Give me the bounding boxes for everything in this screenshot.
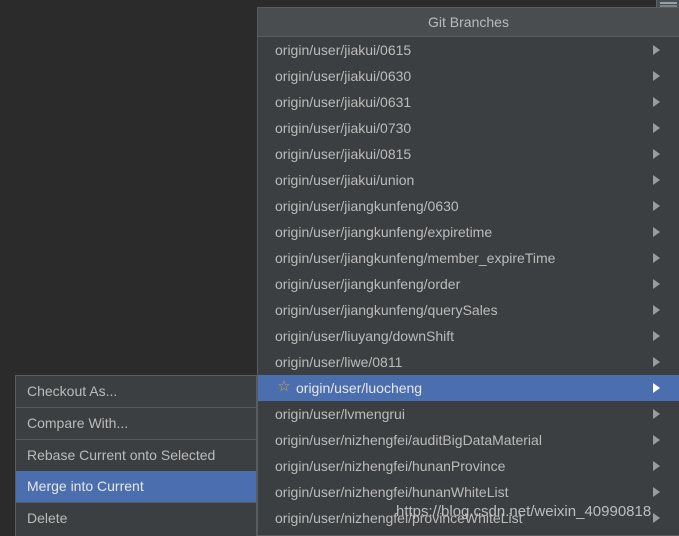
branch-label: origin/user/luocheng [296, 380, 423, 396]
branch-row[interactable]: origin/user/nizhengfei/hunanWhiteList [258, 479, 679, 505]
branch-label: origin/user/liuyang/downShift [275, 328, 454, 344]
git-branches-title: Git Branches [258, 8, 679, 37]
branch-label: origin/user/liwe/0811 [275, 354, 403, 370]
branch-row[interactable]: origin/user/jiangkunfeng/member_expireTi… [258, 245, 679, 271]
branch-label: origin/user/jiakui/0630 [275, 68, 412, 84]
branch-row[interactable]: origin/user/jiakui/0730 [258, 115, 679, 141]
branch-row[interactable]: origin/user/nizhengfei/provinceWhiteList [258, 505, 679, 531]
branch-row[interactable]: origin/user/jiakui/0631 [258, 89, 679, 115]
chevron-right-icon[interactable] [651, 427, 663, 453]
branch-label: origin/user/jiangkunfeng/expiretime [275, 224, 493, 240]
branch-row[interactable]: origin/user/lvmengrui [258, 401, 679, 427]
chevron-right-icon[interactable] [651, 505, 663, 531]
chevron-right-icon[interactable] [651, 375, 663, 401]
branch-label: origin/user/nizhengfei/hunanWhiteList [275, 484, 509, 500]
branch-row[interactable]: origin/user/jiangkunfeng/querySales [258, 297, 679, 323]
branch-row[interactable]: origin/user/jiakui/0615 [258, 37, 679, 63]
branch-label: origin/user/jiakui/0615 [275, 42, 412, 58]
favorite-star-icon[interactable]: ☆ [276, 379, 292, 395]
chevron-right-icon[interactable] [651, 271, 663, 297]
app-window: Git Branches origin/user/jiakui/0615 orig… [0, 0, 679, 536]
context-menu-item[interactable]: Checkout As... [16, 376, 256, 407]
branch-label: origin/user/jiangkunfeng/0630 [275, 198, 459, 214]
branch-row[interactable]: origin/user/nizhengfei/hunanProvince [258, 453, 679, 479]
chevron-right-icon[interactable] [651, 37, 663, 63]
branch-row[interactable]: origin/user/nizhengfei/auditBigDataMater… [258, 427, 679, 453]
scrollbar-line-1 [660, 2, 677, 4]
branch-label: origin/user/nizhengfei/provinceWhiteList [275, 510, 523, 526]
context-menu-list: Checkout As... Compare With... Rebase Curr… [16, 376, 256, 534]
branch-label: origin/user/jiakui/0815 [275, 146, 412, 162]
chevron-right-icon[interactable] [651, 167, 663, 193]
branch-label: origin/user/jiangkunfeng/order [275, 276, 461, 292]
context-menu-item[interactable]: Rebase Current onto Selected [16, 440, 256, 471]
branch-label: origin/user/jiakui/union [275, 172, 415, 188]
branch-label: origin/user/jiangkunfeng/querySales [275, 302, 498, 318]
branch-label: origin/user/jiakui/0730 [275, 120, 412, 136]
branch-row[interactable]: origin/user/jiakui/union [258, 167, 679, 193]
chevron-right-icon[interactable] [651, 349, 663, 375]
branch-row[interactable]: origin/user/liuyang/downShift [258, 323, 679, 349]
branch-label: origin/user/lvmengrui [275, 406, 405, 422]
branch-row[interactable]: origin/user/liwe/0811 [258, 349, 679, 375]
chevron-right-icon[interactable] [651, 89, 663, 115]
branch-row[interactable]: origin/user/jiangkunfeng/0630 [258, 193, 679, 219]
chevron-right-icon[interactable] [651, 245, 663, 271]
context-menu-item[interactable]: Merge into Current [16, 471, 256, 502]
branch-label: origin/user/nizhengfei/hunanProvince [275, 458, 506, 474]
git-branches-popup: Git Branches origin/user/jiakui/0615 orig… [257, 7, 679, 536]
branch-row[interactable]: ☆ origin/user/luocheng [258, 375, 679, 401]
chevron-right-icon[interactable] [651, 63, 663, 89]
branch-row[interactable]: origin/user/jiangkunfeng/expiretime [258, 219, 679, 245]
context-menu-item[interactable]: Compare With... [16, 408, 256, 439]
branch-context-menu: Checkout As... Compare With... Rebase Curr… [15, 375, 257, 536]
chevron-right-icon[interactable] [651, 401, 663, 427]
context-menu-item[interactable]: Delete [16, 503, 256, 534]
branch-row[interactable]: origin/user/jiangkunfeng/order [258, 271, 679, 297]
chevron-right-icon[interactable] [651, 479, 663, 505]
chevron-right-icon[interactable] [651, 323, 663, 349]
chevron-right-icon[interactable] [651, 297, 663, 323]
branch-label: origin/user/nizhengfei/auditBigDataMater… [275, 432, 542, 448]
branch-row[interactable]: origin/user/jiakui/0815 [258, 141, 679, 167]
branch-list: origin/user/jiakui/0615 origin/user/jiaku… [258, 37, 679, 531]
chevron-right-icon[interactable] [651, 115, 663, 141]
branch-label: origin/user/jiakui/0631 [275, 94, 412, 110]
chevron-right-icon[interactable] [651, 193, 663, 219]
chevron-right-icon[interactable] [651, 141, 663, 167]
branch-label: origin/user/jiangkunfeng/member_expireTi… [275, 250, 556, 266]
chevron-right-icon[interactable] [651, 219, 663, 245]
chevron-right-icon[interactable] [651, 453, 663, 479]
branch-row[interactable]: origin/user/jiakui/0630 [258, 63, 679, 89]
